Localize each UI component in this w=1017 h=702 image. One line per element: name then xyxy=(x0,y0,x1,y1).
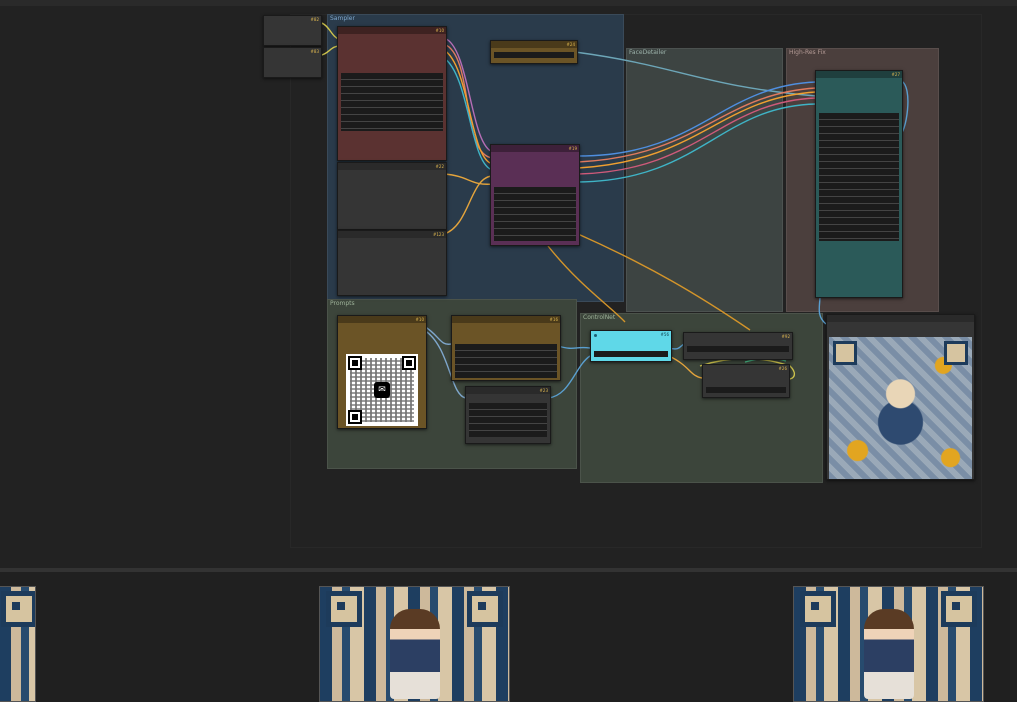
node-id-badge: #10 xyxy=(435,28,444,33)
qr-finder-top-right xyxy=(1,591,35,627)
qr-finder-top-left xyxy=(800,591,836,627)
node-small-2[interactable]: #83 xyxy=(263,47,322,78)
node-id-badge: #22 xyxy=(435,164,444,169)
output-image xyxy=(829,337,972,479)
node-id-badge: #26 xyxy=(778,366,787,371)
node-id-badge: #16 xyxy=(549,317,558,322)
node-status-dot xyxy=(594,334,597,337)
node-id-badge: #123 xyxy=(433,232,444,237)
node-ksampler-red[interactable]: #10 xyxy=(337,26,447,161)
qr-finder-top-right xyxy=(941,591,977,627)
node-id-badge: #10 xyxy=(415,317,424,322)
qr-finder-top-right xyxy=(944,341,968,365)
node-graph-canvas[interactable]: Sampler FaceDetailer High-Res Fix Prompt… xyxy=(0,6,1017,568)
node-id-badge: #23 xyxy=(539,388,548,393)
node-gray-prompt[interactable]: #23 xyxy=(465,386,551,444)
node-id-badge: #56 xyxy=(660,332,669,337)
node-controlnet-cyan[interactable]: #56 xyxy=(590,330,672,362)
result-thumbnail-2[interactable] xyxy=(319,586,510,702)
character-figure xyxy=(864,609,914,699)
qr-finder-top-left xyxy=(326,591,362,627)
qr-finder-top-right xyxy=(467,591,503,627)
node-gray-1[interactable]: #22 xyxy=(337,162,447,230)
result-thumbnail-3[interactable] xyxy=(793,586,984,702)
node-brown-prompt[interactable]: #16 xyxy=(451,315,561,381)
node-controlnet-gray-1[interactable]: #92 xyxy=(683,332,793,360)
qr-finder-top-left xyxy=(348,356,362,370)
node-preview-output[interactable] xyxy=(826,314,975,480)
node-id-badge: #82 xyxy=(310,17,319,22)
node-gray-2[interactable]: #123 xyxy=(337,230,447,296)
node-id-badge: #92 xyxy=(781,334,790,339)
character-figure xyxy=(390,609,440,699)
qr-finder-bottom-left xyxy=(348,410,362,424)
node-id-badge: #83 xyxy=(310,49,319,54)
node-purple[interactable]: #19 xyxy=(490,144,580,246)
node-id-badge: #19 xyxy=(568,146,577,151)
qr-finder-top-right xyxy=(402,356,416,370)
node-small-1[interactable]: #82 xyxy=(263,15,322,46)
node-id-badge: #24 xyxy=(566,42,575,47)
wechat-icon: ✉ xyxy=(374,382,390,398)
node-id-badge: #27 xyxy=(891,72,900,77)
qr-finder-top-left xyxy=(833,341,857,365)
image-tray xyxy=(0,568,1017,702)
result-thumbnail-1[interactable] xyxy=(0,586,36,702)
qr-code-image: ✉ xyxy=(346,354,418,426)
node-brown-small[interactable]: #24 xyxy=(490,40,578,64)
node-highres-teal[interactable]: #27 xyxy=(815,70,903,298)
node-controlnet-gray-2[interactable]: #26 xyxy=(702,364,790,398)
